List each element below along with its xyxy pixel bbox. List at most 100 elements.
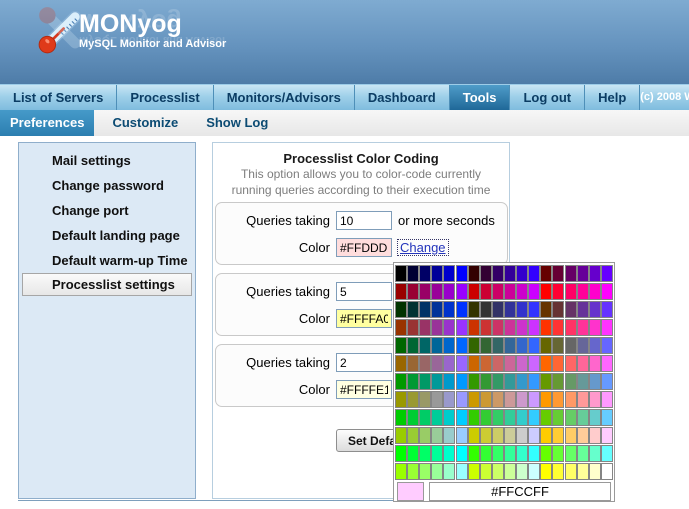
color-swatch[interactable]: [589, 265, 601, 282]
color-swatch[interactable]: [528, 283, 540, 300]
color-swatch[interactable]: [456, 445, 468, 462]
color-swatch[interactable]: [456, 301, 468, 318]
color-swatch[interactable]: [552, 373, 564, 390]
color-swatch[interactable]: [480, 463, 492, 480]
color-swatch[interactable]: [528, 409, 540, 426]
color-swatch[interactable]: [589, 427, 601, 444]
color-swatch[interactable]: [540, 337, 552, 354]
color-swatch[interactable]: [504, 283, 516, 300]
color-swatch[interactable]: [601, 319, 613, 336]
color-swatch[interactable]: [468, 391, 480, 408]
color-swatch[interactable]: [504, 463, 516, 480]
color-swatch[interactable]: [516, 445, 528, 462]
color-swatch[interactable]: [552, 319, 564, 336]
color-swatch[interactable]: [443, 355, 455, 372]
color-swatch[interactable]: [468, 427, 480, 444]
color-swatch[interactable]: [516, 301, 528, 318]
nav-tab-tools[interactable]: Tools: [450, 85, 511, 110]
color-swatch[interactable]: [395, 391, 407, 408]
color-swatch[interactable]: [540, 445, 552, 462]
subnav-tab-preferences[interactable]: Preferences: [0, 110, 94, 136]
color-value-input[interactable]: [336, 238, 392, 257]
color-swatch[interactable]: [565, 463, 577, 480]
color-swatch[interactable]: [492, 337, 504, 354]
color-swatch[interactable]: [443, 463, 455, 480]
color-swatch[interactable]: [540, 427, 552, 444]
color-swatch[interactable]: [431, 373, 443, 390]
color-swatch[interactable]: [565, 391, 577, 408]
color-swatch[interactable]: [431, 283, 443, 300]
sidebar-item-change-password[interactable]: Change password: [19, 173, 195, 198]
color-swatch[interactable]: [407, 445, 419, 462]
color-swatch[interactable]: [565, 301, 577, 318]
color-swatch[interactable]: [468, 409, 480, 426]
color-swatch[interactable]: [601, 283, 613, 300]
color-swatch[interactable]: [456, 463, 468, 480]
color-swatch[interactable]: [468, 355, 480, 372]
color-swatch[interactable]: [443, 337, 455, 354]
color-swatch[interactable]: [407, 427, 419, 444]
color-swatch[interactable]: [589, 301, 601, 318]
color-swatch[interactable]: [468, 373, 480, 390]
color-swatch[interactable]: [528, 373, 540, 390]
color-swatch[interactable]: [589, 283, 601, 300]
color-swatch[interactable]: [443, 319, 455, 336]
color-swatch[interactable]: [504, 265, 516, 282]
color-swatch[interactable]: [516, 265, 528, 282]
color-swatch[interactable]: [419, 409, 431, 426]
color-swatch[interactable]: [395, 319, 407, 336]
color-swatch[interactable]: [443, 445, 455, 462]
color-swatch[interactable]: [492, 355, 504, 372]
color-swatch[interactable]: [565, 319, 577, 336]
color-swatch[interactable]: [552, 409, 564, 426]
nav-tab-list-of-servers[interactable]: List of Servers: [0, 85, 117, 110]
color-swatch[interactable]: [552, 391, 564, 408]
color-swatch[interactable]: [504, 427, 516, 444]
color-swatch[interactable]: [492, 373, 504, 390]
change-color-link[interactable]: Change: [398, 240, 448, 255]
color-swatch[interactable]: [480, 265, 492, 282]
color-swatch[interactable]: [601, 265, 613, 282]
color-swatch[interactable]: [407, 319, 419, 336]
color-swatch[interactable]: [431, 463, 443, 480]
color-swatch[interactable]: [577, 391, 589, 408]
color-swatch[interactable]: [492, 391, 504, 408]
color-swatch[interactable]: [456, 337, 468, 354]
color-swatch[interactable]: [577, 355, 589, 372]
color-swatch[interactable]: [540, 355, 552, 372]
color-swatch[interactable]: [456, 409, 468, 426]
color-swatch[interactable]: [577, 409, 589, 426]
color-swatch[interactable]: [589, 355, 601, 372]
color-swatch[interactable]: [419, 337, 431, 354]
color-swatch[interactable]: [516, 409, 528, 426]
nav-tab-help[interactable]: Help: [585, 85, 640, 110]
color-swatch[interactable]: [419, 283, 431, 300]
color-swatch[interactable]: [528, 337, 540, 354]
color-swatch[interactable]: [480, 355, 492, 372]
color-swatch[interactable]: [577, 283, 589, 300]
color-swatch[interactable]: [589, 319, 601, 336]
color-swatch[interactable]: [540, 319, 552, 336]
color-swatch[interactable]: [480, 445, 492, 462]
color-swatch[interactable]: [419, 463, 431, 480]
color-swatch[interactable]: [395, 373, 407, 390]
color-swatch[interactable]: [552, 337, 564, 354]
nav-tab-dashboard[interactable]: Dashboard: [355, 85, 450, 110]
color-swatch[interactable]: [504, 337, 516, 354]
color-swatch[interactable]: [516, 319, 528, 336]
color-swatch[interactable]: [528, 355, 540, 372]
color-swatch[interactable]: [540, 463, 552, 480]
color-swatch[interactable]: [407, 265, 419, 282]
color-swatch[interactable]: [395, 283, 407, 300]
color-swatch[interactable]: [492, 265, 504, 282]
color-swatch[interactable]: [431, 445, 443, 462]
color-swatch[interactable]: [431, 427, 443, 444]
sidebar-item-processlist-settings[interactable]: Processlist settings: [22, 273, 192, 296]
color-swatch[interactable]: [577, 427, 589, 444]
color-swatch[interactable]: [407, 355, 419, 372]
color-swatch[interactable]: [589, 409, 601, 426]
color-swatch[interactable]: [480, 391, 492, 408]
color-swatch[interactable]: [456, 319, 468, 336]
color-swatch[interactable]: [552, 355, 564, 372]
color-swatch[interactable]: [552, 427, 564, 444]
